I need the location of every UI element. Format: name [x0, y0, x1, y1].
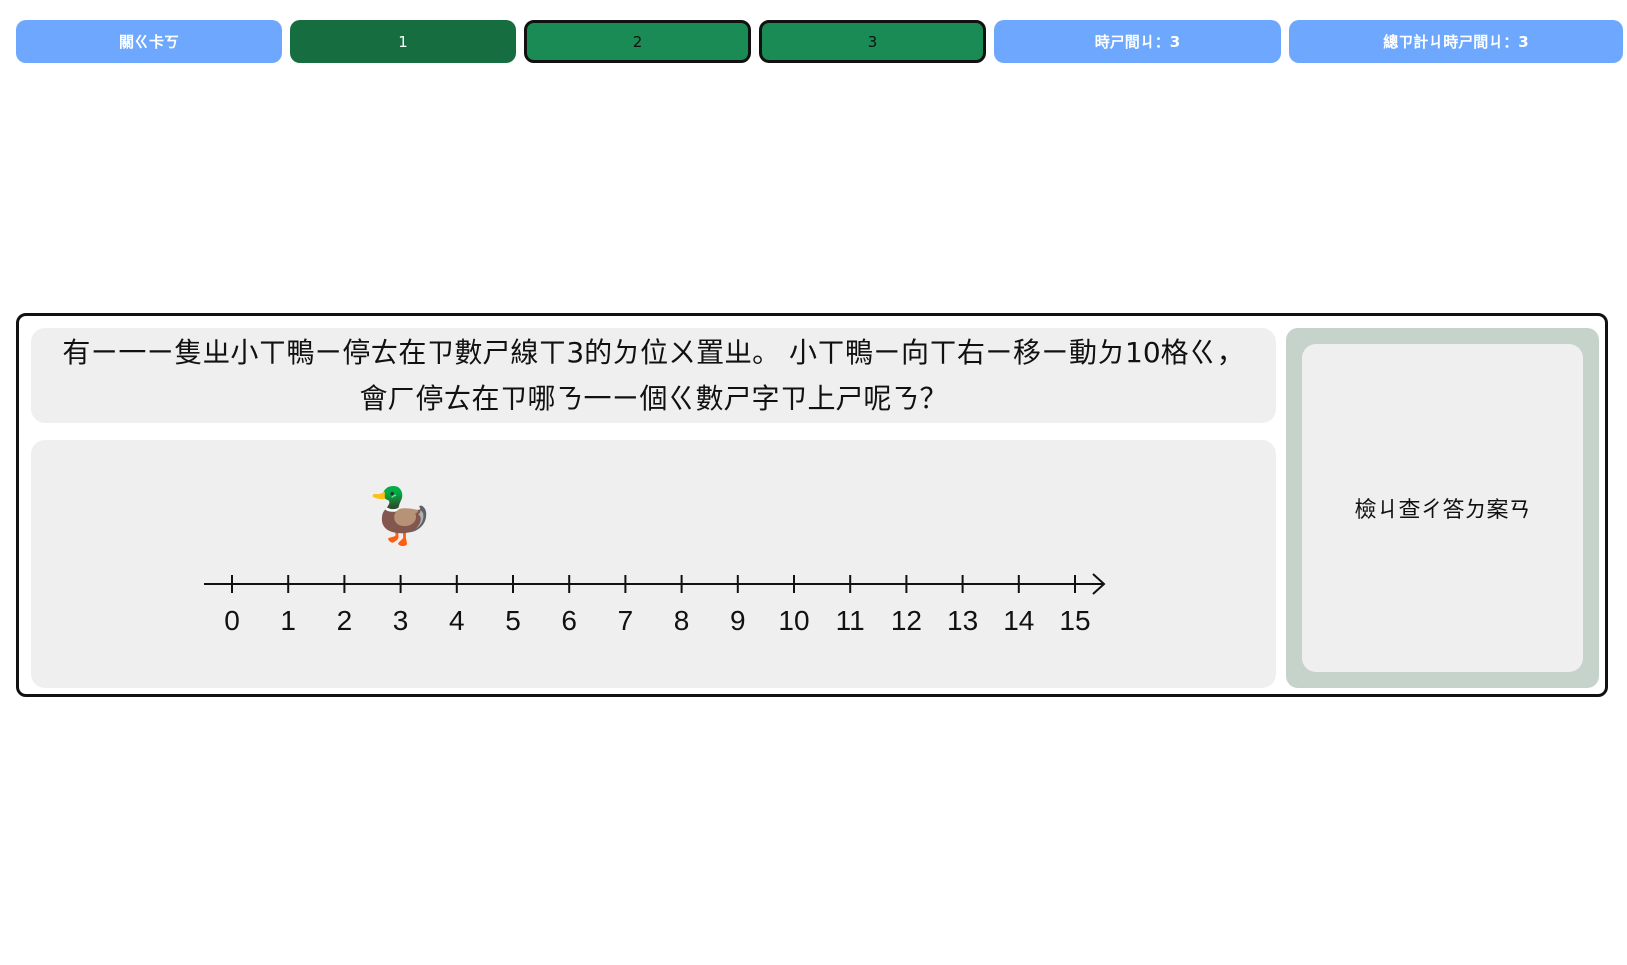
- tick-label: 0: [224, 605, 240, 636]
- question-text: 有ㄧ一ㄧ隻ㄓ小ㄒ鴨ㄧ停ㄊ在ㄗ數ㄕ線ㄒ3的ㄉ位ㄨ置ㄓ。 小ㄒ鴨ㄧ向ㄒ右ㄧ移ㄧ動ㄉ1…: [31, 328, 1276, 423]
- level-3-button[interactable]: 3: [759, 20, 986, 63]
- tick-label: 4: [449, 605, 465, 636]
- tick-label: 11: [836, 605, 865, 636]
- number-line-area: 0 1 2 3 4 5 6 7 8 9 10 11 12 13 14 15 🦆: [31, 440, 1276, 688]
- duck-icon: 🦆: [367, 484, 434, 548]
- number-line: 0 1 2 3 4 5 6 7 8 9 10 11 12 13 14 15🦆: [204, 484, 1106, 636]
- tick-label: 10: [778, 605, 809, 636]
- level-1-button[interactable]: 1: [290, 20, 516, 63]
- top-bar: 關ㄍ卡ㄎ 1 2 3 時ㄕ間ㄐ：3 總ㄗ計ㄐ時ㄕ間ㄐ：3: [16, 20, 1623, 63]
- tick-label: 15: [1059, 605, 1090, 636]
- tick-label: 1: [280, 605, 296, 636]
- question-panel: 有ㄧ一ㄧ隻ㄓ小ㄒ鴨ㄧ停ㄊ在ㄗ數ㄕ線ㄒ3的ㄉ位ㄨ置ㄓ。 小ㄒ鴨ㄧ向ㄒ右ㄧ移ㄧ動ㄉ1…: [16, 313, 1608, 697]
- tick-label: 13: [947, 605, 978, 636]
- tick-label: 2: [337, 605, 353, 636]
- tick-label: 6: [561, 605, 577, 636]
- check-answer-frame: 檢ㄐ查ㄔ答ㄉ案ㄢ: [1286, 328, 1599, 688]
- tick-label: 8: [674, 605, 690, 636]
- tick-label: 14: [1003, 605, 1034, 636]
- tick-label: 12: [891, 605, 922, 636]
- tick-label: 5: [505, 605, 521, 636]
- level-label: 關ㄍ卡ㄎ: [16, 20, 282, 63]
- level-2-button[interactable]: 2: [524, 20, 751, 63]
- tick-label: 9: [730, 605, 746, 636]
- tick-label: 3: [393, 605, 409, 636]
- total-time-label: 總ㄗ計ㄐ時ㄕ間ㄐ：3: [1289, 20, 1623, 63]
- time-label: 時ㄕ間ㄐ：3: [994, 20, 1281, 63]
- check-answer-button[interactable]: 檢ㄐ查ㄔ答ㄉ案ㄢ: [1302, 344, 1583, 672]
- tick-label: 7: [618, 605, 634, 636]
